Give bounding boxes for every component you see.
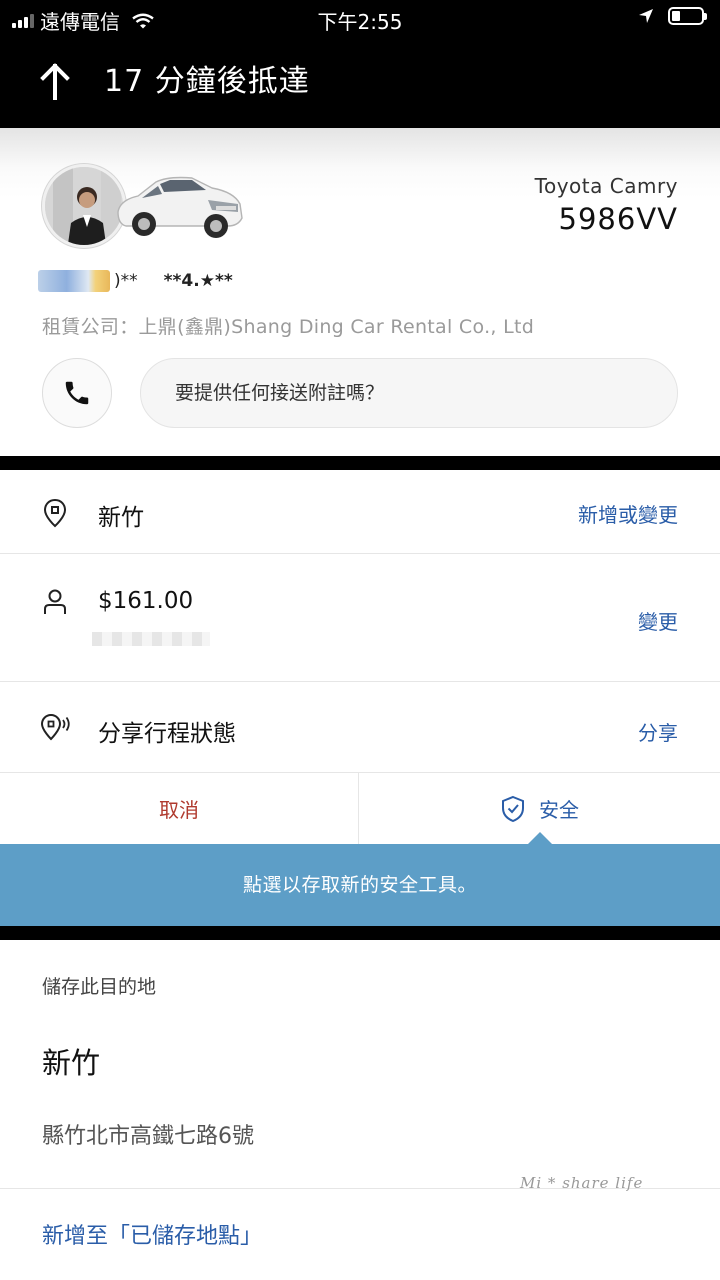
- pickup-note-button[interactable]: 要提供任何接送附註嗎？: [140, 358, 678, 428]
- safety-label: 安全: [539, 798, 579, 822]
- car-model: Toyota Camry: [534, 174, 678, 198]
- driver-info: )** **4.★**: [38, 270, 233, 292]
- screen: 遠傳電信 下午2:55 17 分鐘後抵達 Toyota Camry 5986VV…: [0, 0, 720, 1280]
- saved-place-name: 新竹: [42, 1046, 101, 1080]
- driver-name-suffix: )**: [114, 271, 138, 291]
- safety-tooltip[interactable]: 點選以存取新的安全工具。: [0, 832, 720, 926]
- battery-icon: [668, 7, 707, 25]
- add-to-saved-places-button[interactable]: 新增至「已儲存地點」: [42, 1218, 262, 1250]
- person-icon: [44, 589, 66, 614]
- call-driver-button[interactable]: [42, 358, 112, 428]
- save-section-title: 儲存此目的地: [42, 976, 157, 998]
- eta-title: 17 分鐘後抵達: [104, 64, 310, 99]
- rental-company: 租賃公司：上鼎(鑫鼎)Shang Ding Car Rental Co., Lt…: [42, 316, 535, 338]
- license-plate: 5986VV: [558, 202, 678, 236]
- share-button[interactable]: 分享: [638, 717, 678, 746]
- payment-row[interactable]: $161.00 變更: [0, 554, 720, 682]
- location-arrow-icon: [639, 9, 653, 23]
- arrow-up-icon[interactable]: [38, 62, 72, 102]
- share-label: 分享行程狀態: [98, 721, 236, 747]
- payment-method-redacted: [92, 632, 210, 646]
- status-right: [638, 7, 707, 25]
- destination-change-button[interactable]: 新增或變更: [578, 499, 678, 528]
- trip-actions: 取消 安全: [0, 773, 720, 844]
- saved-place-address: 縣竹北市高鐵七路6號: [42, 1124, 254, 1149]
- status-bar: 遠傳電信 下午2:55: [0, 0, 720, 36]
- driver-name-redacted: [38, 270, 110, 292]
- trip-header: 17 分鐘後抵達: [0, 36, 720, 128]
- shield-icon: [502, 795, 524, 822]
- fare-amount: $161.00: [98, 588, 194, 614]
- car-image: [117, 176, 243, 238]
- payment-change-button[interactable]: 變更: [638, 606, 678, 635]
- share-row[interactable]: 分享行程狀態 分享: [0, 682, 720, 773]
- location-pin-icon: [43, 498, 67, 528]
- phone-icon: [65, 381, 89, 405]
- save-destination-panel: 儲存此目的地 新竹 縣竹北市高鐵七路6號 Mi * share life 新增至…: [0, 940, 720, 1280]
- driver-card: Toyota Camry 5986VV )** **4.★** 租賃公司：上鼎(…: [0, 128, 720, 456]
- cancel-trip-button[interactable]: 取消: [0, 773, 359, 844]
- location-share-icon: [40, 713, 70, 741]
- destination-label: 新竹: [98, 505, 144, 531]
- driver-rating: **4.★**: [163, 271, 233, 291]
- watermark: Mi * share life: [520, 1174, 644, 1192]
- status-time: 下午2:55: [317, 10, 403, 34]
- destination-row[interactable]: 新竹 新增或變更: [0, 470, 720, 554]
